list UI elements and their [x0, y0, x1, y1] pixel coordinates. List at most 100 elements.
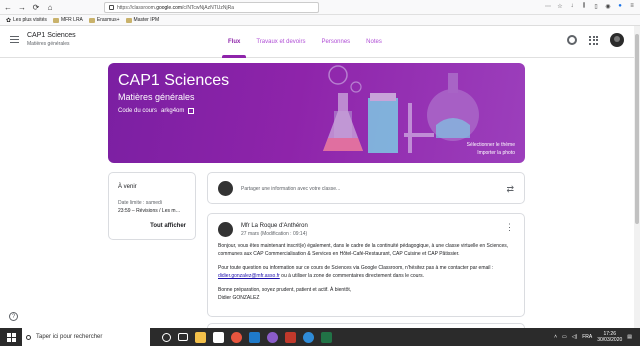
repost-icon[interactable]: ⇄: [506, 184, 514, 195]
firefox-icon[interactable]: [231, 331, 242, 343]
post-author: Mfr La Roque d'Anthéron: [241, 223, 308, 229]
course-code-label: Code du cours: [118, 108, 158, 114]
edge-icon[interactable]: [303, 331, 314, 343]
file-explorer-icon[interactable]: [195, 331, 206, 343]
bookmark-item[interactable]: Master IPM: [125, 17, 160, 23]
tab-notes[interactable]: Notes: [358, 26, 390, 58]
banner-title: CAP1 Sciences: [118, 72, 230, 89]
notifications-icon[interactable]: ▤: [627, 334, 632, 340]
address-bar[interactable]: https://classroom. google.com/c/NTcwNjAzN…: [104, 2, 319, 13]
menu-icon[interactable]: ≡: [628, 2, 636, 10]
url-prefix: https://classroom.: [117, 4, 157, 11]
forward-icon[interactable]: →: [16, 1, 28, 13]
clock[interactable]: 17:26 30/03/2020: [597, 331, 622, 343]
bookmark-label: Erasmus+: [96, 17, 120, 23]
start-button[interactable]: [0, 328, 22, 346]
bookmark-item[interactable]: Erasmus+: [88, 17, 120, 23]
post-paragraph: Bonjour, vous êtes maintenant inscrit(e)…: [218, 243, 509, 257]
tray-chevron-icon[interactable]: ˄: [554, 334, 557, 340]
sidebar-icon[interactable]: ▯: [592, 2, 600, 10]
windows-icon: [6, 332, 16, 342]
taskbar-search[interactable]: Taper ici pour rechercher: [22, 328, 150, 346]
url-suffix: /c/NTcwNjAzNTUzNjRa: [182, 4, 234, 11]
avatar: [218, 181, 233, 196]
tab-personnes[interactable]: Personnes: [313, 26, 358, 58]
course-code-value[interactable]: arkg4om: [161, 108, 184, 114]
search-icon: [26, 334, 31, 340]
help-icon[interactable]: ?: [9, 312, 18, 321]
home-icon[interactable]: ⌂: [44, 1, 56, 13]
gear-icon: ✿: [6, 17, 12, 24]
folder-icon: [52, 17, 59, 23]
folder-icon: [88, 17, 95, 23]
bookmark-item[interactable]: ✿ Les plus visités: [6, 17, 47, 24]
page-scrollbar[interactable]: [634, 26, 640, 328]
excel-icon[interactable]: [321, 331, 332, 343]
email-link[interactable]: didier.gonzalez@mfr.asso.fr: [218, 273, 280, 279]
bookmark-item[interactable]: MFR LRA: [52, 17, 83, 23]
import-photo-link[interactable]: Importer la photo: [467, 149, 515, 157]
task-view-icon[interactable]: [178, 333, 188, 341]
share-box[interactable]: Partager une information avec votre clas…: [207, 172, 525, 204]
filezilla-icon[interactable]: [285, 331, 296, 343]
scrollbar-thumb[interactable]: [635, 34, 639, 224]
bookmark-label: Les plus visités: [13, 17, 47, 23]
course-banner: CAP1 Sciences Matières générales Code du…: [108, 63, 525, 163]
system-tray: ˄ ▭ ◁) FRA 17:26 30/03/2020 ▤: [554, 328, 632, 346]
download-icon[interactable]: ↓: [568, 2, 576, 10]
select-theme-link[interactable]: Sélectionner le thème: [467, 141, 515, 149]
classroom-header: CAP1 Sciences Matières générales Flux Tr…: [0, 26, 634, 58]
view-all-button[interactable]: Tout afficher: [150, 223, 186, 229]
course-title[interactable]: CAP1 Sciences: [27, 32, 76, 39]
course-subtitle: Matières générales: [27, 41, 70, 47]
course-code: Code du cours arkg4om: [118, 108, 195, 114]
tab-travaux[interactable]: Travaux et devoirs: [248, 26, 313, 58]
cortana-icon[interactable]: [162, 332, 171, 342]
bookmarks-bar: ✿ Les plus visités MFR LRA Erasmus+ Maste…: [0, 15, 640, 26]
volume-icon[interactable]: ◁): [572, 334, 578, 340]
theme-controls: Sélectionner le thème Importer la photo: [467, 141, 515, 157]
share-placeholder[interactable]: Partager une information avec votre clas…: [241, 186, 340, 192]
avatar[interactable]: [610, 33, 624, 47]
upcoming-heading: À venir: [118, 184, 137, 190]
upcoming-card: À venir Date limite : samedi 23:59 – Rév…: [108, 172, 196, 240]
post-signature: Didier GONZALEZ: [218, 295, 260, 301]
post-text: ou à utiliser la zone de commentaires di…: [281, 273, 425, 279]
clock-date: 30/03/2020: [597, 337, 623, 343]
announcement-post: Mfr La Roque d'Anthéron 27 mars (Modific…: [207, 213, 525, 317]
fullscreen-icon[interactable]: [188, 108, 195, 114]
back-icon[interactable]: ←: [2, 1, 14, 13]
store-icon[interactable]: [213, 331, 224, 343]
hamburger-menu-icon[interactable]: [10, 36, 19, 43]
app-icon[interactable]: [249, 331, 260, 343]
browser-toolbar: ← → ⟳ ⌂ https://classroom. google.com/c/N…: [0, 0, 640, 15]
avatar: [218, 222, 233, 237]
bookmark-label: Master IPM: [133, 17, 160, 23]
post-text: Pour toute question ou information sur c…: [218, 265, 494, 271]
apps-grid-icon[interactable]: [589, 35, 598, 45]
upcoming-due: Date limite : samedi: [118, 200, 162, 206]
bookmark-label: MFR LRA: [60, 17, 83, 23]
url-domain: google.com: [156, 4, 183, 11]
language-indicator[interactable]: FRA: [582, 334, 592, 340]
app-icon[interactable]: [267, 331, 278, 343]
post-body: Bonjour, vous êtes maintenant inscrit(e)…: [218, 242, 514, 302]
upcoming-item[interactable]: 23:59 – Révisions / Les m…: [118, 208, 181, 214]
taskbar-search-placeholder: Taper ici pour rechercher: [36, 334, 103, 340]
account-icon[interactable]: ◉: [604, 2, 612, 10]
post-date: 27 mars (Modification : 09:14): [241, 231, 308, 237]
post-paragraph: Pour toute question ou information sur c…: [218, 264, 514, 280]
tab-flux[interactable]: Flux: [220, 26, 248, 58]
reload-icon[interactable]: ⟳: [30, 1, 42, 13]
bookmark-star-icon[interactable]: ☆: [556, 2, 564, 10]
folder-icon: [125, 17, 132, 23]
extension-icon[interactable]: ●: [616, 2, 624, 10]
lock-icon: [109, 5, 114, 10]
tab-bar: Flux Travaux et devoirs Personnes Notes: [220, 26, 390, 58]
post-paragraph: Bonne préparation, soyez prudent, patien…: [218, 287, 352, 293]
network-icon[interactable]: ▭: [562, 334, 567, 340]
library-icon[interactable]: ⫼: [580, 2, 588, 10]
more-icon[interactable]: ⋯: [544, 2, 552, 10]
gear-icon[interactable]: [567, 35, 577, 45]
more-vert-icon[interactable]: ⋮: [505, 223, 514, 232]
